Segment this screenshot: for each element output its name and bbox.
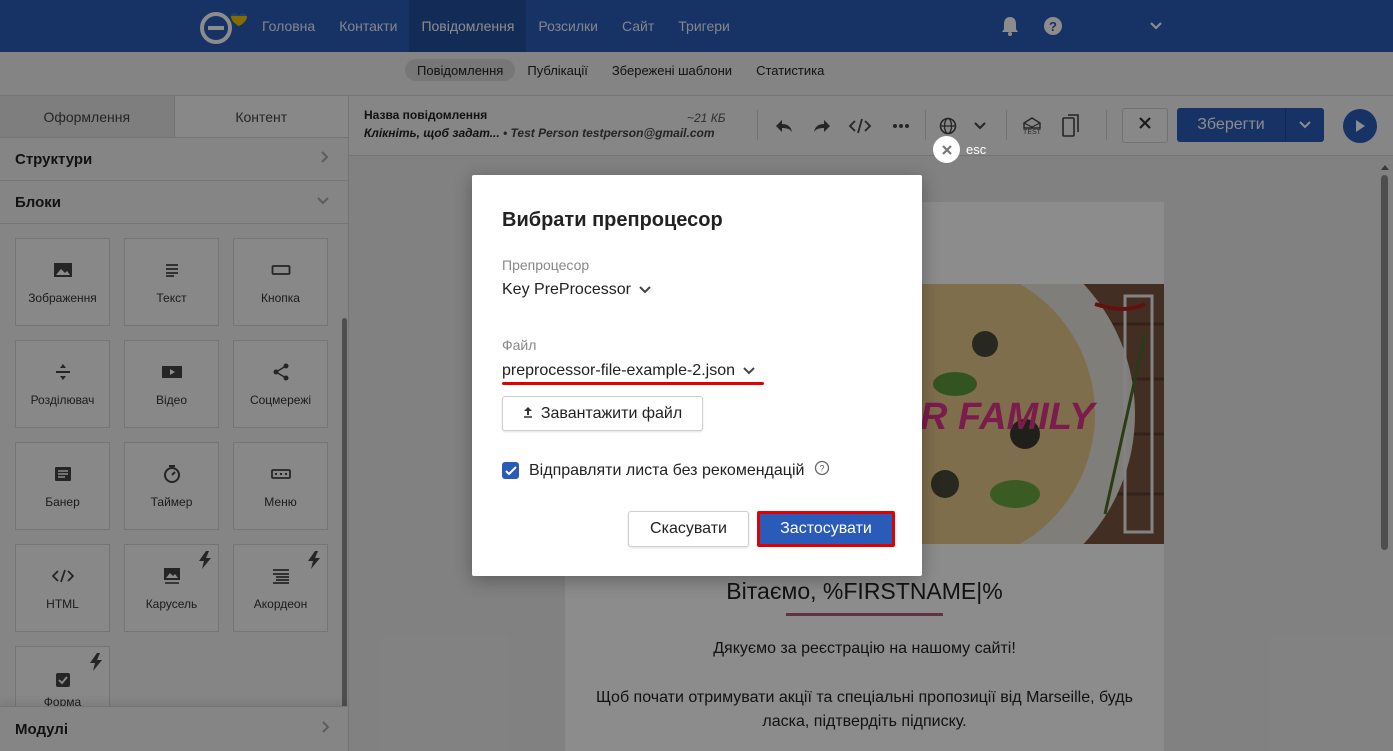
esc-label: esc bbox=[966, 142, 987, 157]
preprocessor-label: Препроцесор bbox=[502, 257, 590, 273]
preprocessor-value: Key PreProcessor bbox=[502, 281, 631, 298]
send-without-recommendations-checkbox[interactable]: Відправляти листа без рекомендацій ? bbox=[502, 460, 830, 481]
preprocessor-dialog: Вибрати препроцесор Препроцесор Key PreP… bbox=[472, 175, 922, 576]
cancel-button[interactable]: Скасувати bbox=[628, 511, 749, 547]
upload-file-label: Завантажити файл bbox=[540, 404, 683, 422]
dialog-title: Вибрати препроцесор bbox=[502, 209, 723, 231]
esc-close-button[interactable]: esc bbox=[933, 136, 986, 163]
file-highlight-underline bbox=[502, 382, 764, 385]
file-value: preprocessor-file-example-2.json bbox=[502, 362, 735, 379]
preprocessor-select[interactable]: Key PreProcessor bbox=[502, 281, 651, 299]
close-icon bbox=[933, 136, 960, 163]
file-select[interactable]: preprocessor-file-example-2.json bbox=[502, 362, 755, 380]
checkbox-label: Відправляти листа без рекомендацій bbox=[529, 461, 805, 479]
help-circle-icon[interactable]: ? bbox=[814, 460, 830, 481]
checkbox-checked-icon[interactable] bbox=[502, 462, 519, 479]
upload-icon bbox=[523, 405, 533, 423]
file-label: Файл bbox=[502, 337, 537, 353]
apply-button[interactable]: Застосувати bbox=[757, 511, 895, 547]
svg-text:?: ? bbox=[820, 464, 825, 474]
chevron-down-icon bbox=[639, 281, 651, 299]
chevron-down-icon bbox=[743, 362, 755, 380]
upload-file-button[interactable]: Завантажити файл bbox=[502, 396, 703, 431]
